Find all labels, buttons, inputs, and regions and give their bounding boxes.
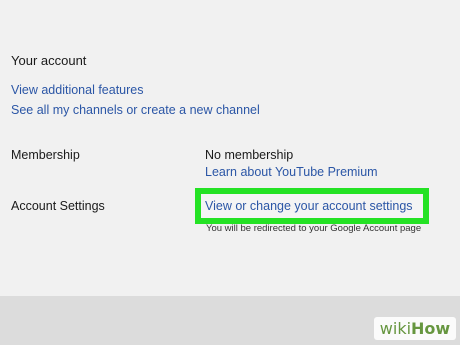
wikihow-wiki: wiki (379, 318, 412, 338)
section-title: Your account (11, 53, 87, 68)
see-all-channels-link[interactable]: See all my channels or create a new chan… (11, 103, 260, 117)
redirect-note: You will be redirected to your Google Ac… (206, 223, 422, 234)
wikihow-badge: wikiHow (373, 316, 457, 340)
view-additional-features-link[interactable]: View additional features (11, 83, 144, 97)
account-settings-label: Account Settings (11, 199, 105, 213)
account-panel: Your account View additional features Se… (0, 0, 460, 296)
view-account-settings-link[interactable]: View or change your account settings (205, 199, 413, 213)
wikihow-how: How (411, 318, 451, 338)
learn-about-premium-link[interactable]: Learn about YouTube Premium (205, 165, 378, 179)
membership-label: Membership (11, 148, 80, 162)
membership-value: No membership (205, 148, 294, 162)
wikihow-logo: wikiHow (370, 311, 460, 345)
